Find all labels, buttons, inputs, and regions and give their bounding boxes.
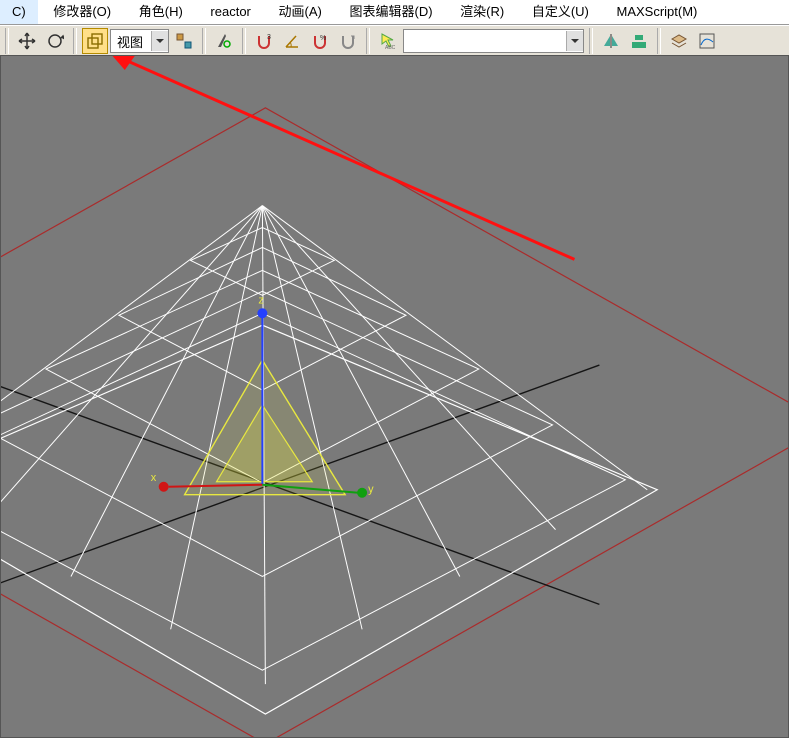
curve-editor-button[interactable] <box>694 28 720 54</box>
perspective-viewport[interactable]: z x y <box>0 55 789 738</box>
select-and-manipulate-button[interactable] <box>211 28 237 54</box>
manipulate-icon <box>215 32 233 50</box>
toolbar-separator <box>366 28 370 54</box>
layer-manager-button[interactable] <box>666 28 692 54</box>
layers-icon <box>670 32 688 50</box>
angle-snap-icon <box>283 32 301 50</box>
toolbar-separator <box>5 28 9 54</box>
mirror-button[interactable] <box>598 28 624 54</box>
menu-item-character[interactable]: 角色(H) <box>127 0 195 24</box>
select-and-scale-button[interactable] <box>82 28 108 54</box>
curve-editor-icon <box>698 32 716 50</box>
menu-item-modifiers[interactable]: 修改器(O) <box>41 0 123 24</box>
gizmo-y-label: y <box>368 484 374 496</box>
scale-gizmo[interactable]: z x y <box>151 294 374 497</box>
menu-item-animation[interactable]: 动画(A) <box>267 0 334 24</box>
gizmo-x-label: x <box>151 472 157 484</box>
svg-text:%: % <box>320 35 326 42</box>
pivot-center-icon <box>175 32 193 50</box>
menu-item-graph-editors[interactable]: 图表编辑器(D) <box>337 0 444 24</box>
reference-coordinate-system-dropdown[interactable]: 视图 <box>110 29 169 53</box>
menu-item-customize[interactable]: 自定义(U) <box>520 0 601 24</box>
percent-snap-toggle-button[interactable]: % <box>307 28 333 54</box>
svg-text:3: 3 <box>267 34 271 41</box>
menu-item-rendering[interactable]: 渲染(R) <box>448 0 516 24</box>
menu-item-maxscript[interactable]: MAXScript(M) <box>605 0 710 24</box>
move-icon <box>18 32 36 50</box>
scale-icon <box>86 32 104 50</box>
menu-item-reactor[interactable]: reactor <box>198 0 262 24</box>
spinner-snap-toggle-button[interactable] <box>335 28 361 54</box>
viewport-canvas: z x y <box>1 56 788 737</box>
menu-bar: C) 修改器(O) 角色(H) reactor 动画(A) 图表编辑器(D) 渲… <box>0 0 789 25</box>
svg-text:ABC: ABC <box>385 45 396 50</box>
chevron-down-icon <box>566 31 583 51</box>
reference-coordinate-system-value: 视图 <box>111 32 151 51</box>
edit-named-selection-sets-button[interactable]: ABC <box>375 28 401 54</box>
mirror-icon <box>602 32 620 50</box>
gizmo-z-label: z <box>258 294 263 306</box>
selection-set-icon: ABC <box>379 32 397 50</box>
percent-snap-icon: % <box>311 32 329 50</box>
align-button[interactable] <box>626 28 652 54</box>
angle-snap-toggle-button[interactable] <box>279 28 305 54</box>
chevron-down-icon <box>151 31 168 51</box>
annotation-arrow <box>111 56 575 259</box>
snap-toggle-button[interactable]: 3 <box>251 28 277 54</box>
snap-icon: 3 <box>255 32 273 50</box>
toolbar-separator <box>202 28 206 54</box>
toolbar-separator <box>73 28 77 54</box>
toolbar-separator <box>589 28 593 54</box>
home-grid-boundary <box>1 108 788 737</box>
spinner-snap-icon <box>339 32 357 50</box>
menu-item-c-fragment[interactable]: C) <box>0 0 38 24</box>
use-pivot-point-center-button[interactable] <box>171 28 197 54</box>
main-toolbar: 视图 3 % ABC <box>0 25 789 57</box>
toolbar-separator <box>242 28 246 54</box>
named-selection-sets-dropdown[interactable] <box>403 29 584 53</box>
rotate-icon <box>46 32 64 50</box>
toolbar-separator <box>657 28 661 54</box>
select-and-rotate-button[interactable] <box>42 28 68 54</box>
pyramid-object-wireframe <box>1 206 657 715</box>
align-icon <box>630 32 648 50</box>
select-and-move-button[interactable] <box>14 28 40 54</box>
